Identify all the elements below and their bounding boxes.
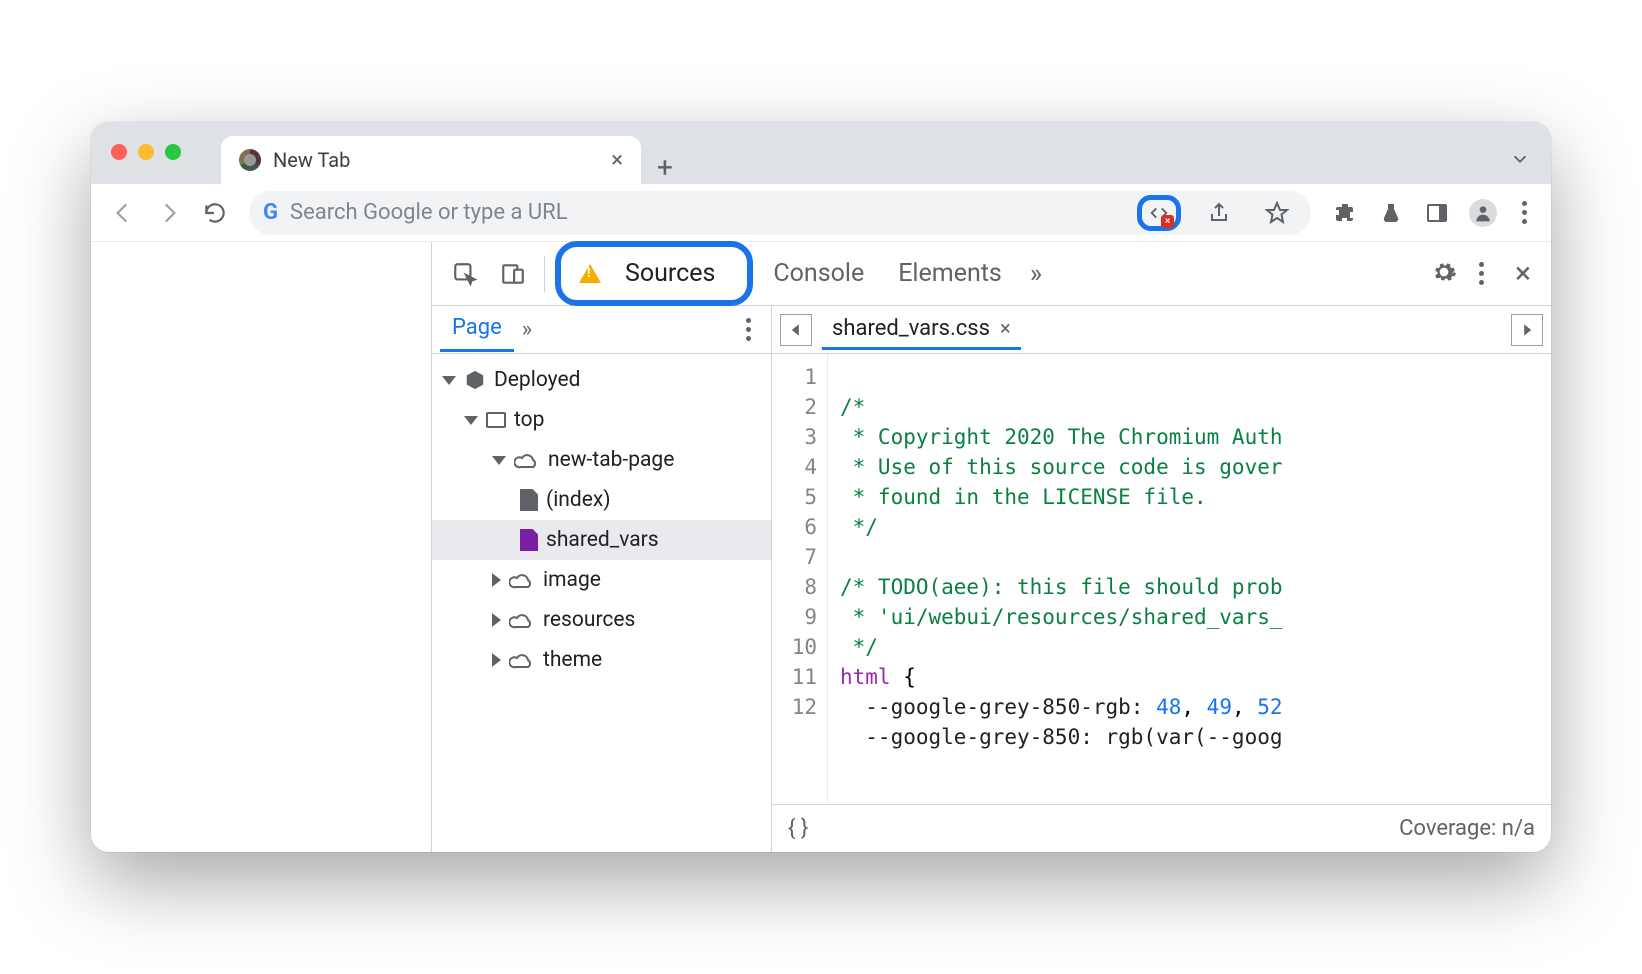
browser-tab[interactable]: New Tab × (221, 136, 641, 184)
sources-navigator: Page » Deployed top (432, 306, 772, 852)
browser-window: New Tab × + G Search Google or type a UR… (91, 122, 1551, 852)
extension-error-highlight: × (1137, 195, 1181, 231)
tab-console[interactable]: Console (759, 251, 878, 296)
extension-error-icon[interactable]: × (1148, 202, 1170, 224)
css-file-icon (520, 529, 538, 551)
side-panel-button[interactable] (1417, 193, 1457, 233)
cloud-icon (509, 571, 535, 589)
address-bar[interactable]: G Search Google or type a URL × (249, 191, 1311, 235)
tree-node-newtabpage[interactable]: new-tab-page (432, 440, 771, 480)
cloud-icon (509, 611, 535, 629)
profile-button[interactable] (1463, 193, 1503, 233)
toolbar: G Search Google or type a URL × (91, 184, 1551, 242)
tab-sources[interactable]: Sources (611, 251, 729, 296)
file-tree: Deployed top new-tab-page (432, 354, 771, 852)
chevron-down-icon (492, 456, 506, 465)
editor-footer: { } Coverage: n/a (772, 804, 1551, 852)
device-toolbar-button[interactable] (492, 253, 534, 295)
tree-label: Deployed (494, 368, 580, 392)
minimize-window-button[interactable] (138, 144, 154, 160)
tree-node-resources[interactable]: resources (432, 600, 771, 640)
tree-label: top (514, 408, 544, 432)
address-bar-placeholder: Search Google or type a URL (290, 200, 1125, 225)
share-button[interactable] (1199, 193, 1239, 233)
tree-node-image[interactable]: image (432, 560, 771, 600)
deployed-icon (464, 369, 486, 391)
inspect-element-button[interactable] (444, 253, 486, 295)
navigator-tabs: Page » (432, 306, 771, 354)
tree-label: theme (543, 648, 602, 672)
tab-close-button[interactable]: × (611, 148, 623, 173)
cloud-icon (509, 651, 535, 669)
bookmark-button[interactable] (1257, 193, 1297, 233)
chevron-right-icon (492, 653, 501, 667)
content-area: Sources Console Elements » × Page » (91, 242, 1551, 852)
chevron-right-icon (492, 573, 501, 587)
editor-nav-next[interactable] (1511, 314, 1543, 346)
tabs-dropdown-button[interactable] (1509, 148, 1531, 184)
editor-tabbar: shared_vars.css × (772, 306, 1551, 354)
pretty-print-button[interactable]: { } (788, 816, 808, 841)
chevron-down-icon (464, 416, 478, 425)
error-badge: × (1161, 215, 1174, 228)
navigator-more-tabs[interactable]: » (522, 317, 532, 342)
editor-tab[interactable]: shared_vars.css × (822, 310, 1021, 350)
chrome-menu-button[interactable] (1509, 201, 1539, 224)
devtools-close-button[interactable]: × (1507, 256, 1539, 291)
code-area[interactable]: 123456789101112 /* * Copyright 2020 The … (772, 354, 1551, 804)
window-controls (111, 144, 181, 184)
tree-label: (index) (546, 488, 611, 512)
new-tab-button[interactable]: + (641, 143, 689, 184)
divider (544, 256, 545, 292)
cloud-icon (514, 451, 540, 469)
file-icon (520, 489, 538, 511)
warning-icon (579, 264, 601, 283)
tree-node-deployed[interactable]: Deployed (432, 360, 771, 400)
tab-title: New Tab (273, 148, 350, 172)
sources-tab-highlight: Sources (555, 241, 753, 306)
more-tabs-button[interactable]: » (1022, 259, 1050, 289)
chrome-icon (239, 149, 261, 171)
devtools-settings-button[interactable] (1431, 259, 1457, 289)
editor-tab-label: shared_vars.css (832, 316, 990, 341)
extensions-button[interactable] (1325, 193, 1365, 233)
tree-label: new-tab-page (548, 448, 674, 472)
navigator-tab-page[interactable]: Page (440, 309, 514, 352)
devtools-menu-button[interactable] (1467, 262, 1497, 285)
labs-button[interactable] (1371, 193, 1411, 233)
back-button[interactable] (103, 193, 143, 233)
tree-label: image (543, 568, 601, 592)
navigator-menu-button[interactable] (733, 318, 763, 341)
tree-node-index[interactable]: (index) (432, 480, 771, 520)
source-text: /* * Copyright 2020 The Chromium Auth * … (828, 354, 1551, 804)
tab-elements[interactable]: Elements (884, 251, 1016, 296)
devtools-tabbar: Sources Console Elements » × (432, 242, 1551, 306)
forward-button[interactable] (149, 193, 189, 233)
devtools-body: Page » Deployed top (432, 306, 1551, 852)
source-editor: shared_vars.css × 123456789101112 /* * C… (772, 306, 1551, 852)
coverage-label: Coverage: n/a (1399, 816, 1535, 841)
chevron-right-icon (492, 613, 501, 627)
google-icon: G (263, 200, 278, 225)
frame-icon (486, 412, 506, 428)
reload-button[interactable] (195, 193, 235, 233)
close-window-button[interactable] (111, 144, 127, 160)
tree-label: shared_vars (546, 528, 659, 552)
titlebar: New Tab × + (91, 122, 1551, 184)
editor-tab-close[interactable]: × (1000, 316, 1011, 340)
editor-nav-prev[interactable] (780, 314, 812, 346)
chevron-down-icon (442, 376, 456, 385)
tree-node-shared-vars[interactable]: shared_vars (432, 520, 771, 560)
line-gutter: 123456789101112 (772, 354, 828, 804)
maximize-window-button[interactable] (165, 144, 181, 160)
page-viewport (91, 242, 431, 852)
devtools-panel: Sources Console Elements » × Page » (431, 242, 1551, 852)
tree-label: resources (543, 608, 635, 632)
tree-node-theme[interactable]: theme (432, 640, 771, 680)
tree-node-top[interactable]: top (432, 400, 771, 440)
